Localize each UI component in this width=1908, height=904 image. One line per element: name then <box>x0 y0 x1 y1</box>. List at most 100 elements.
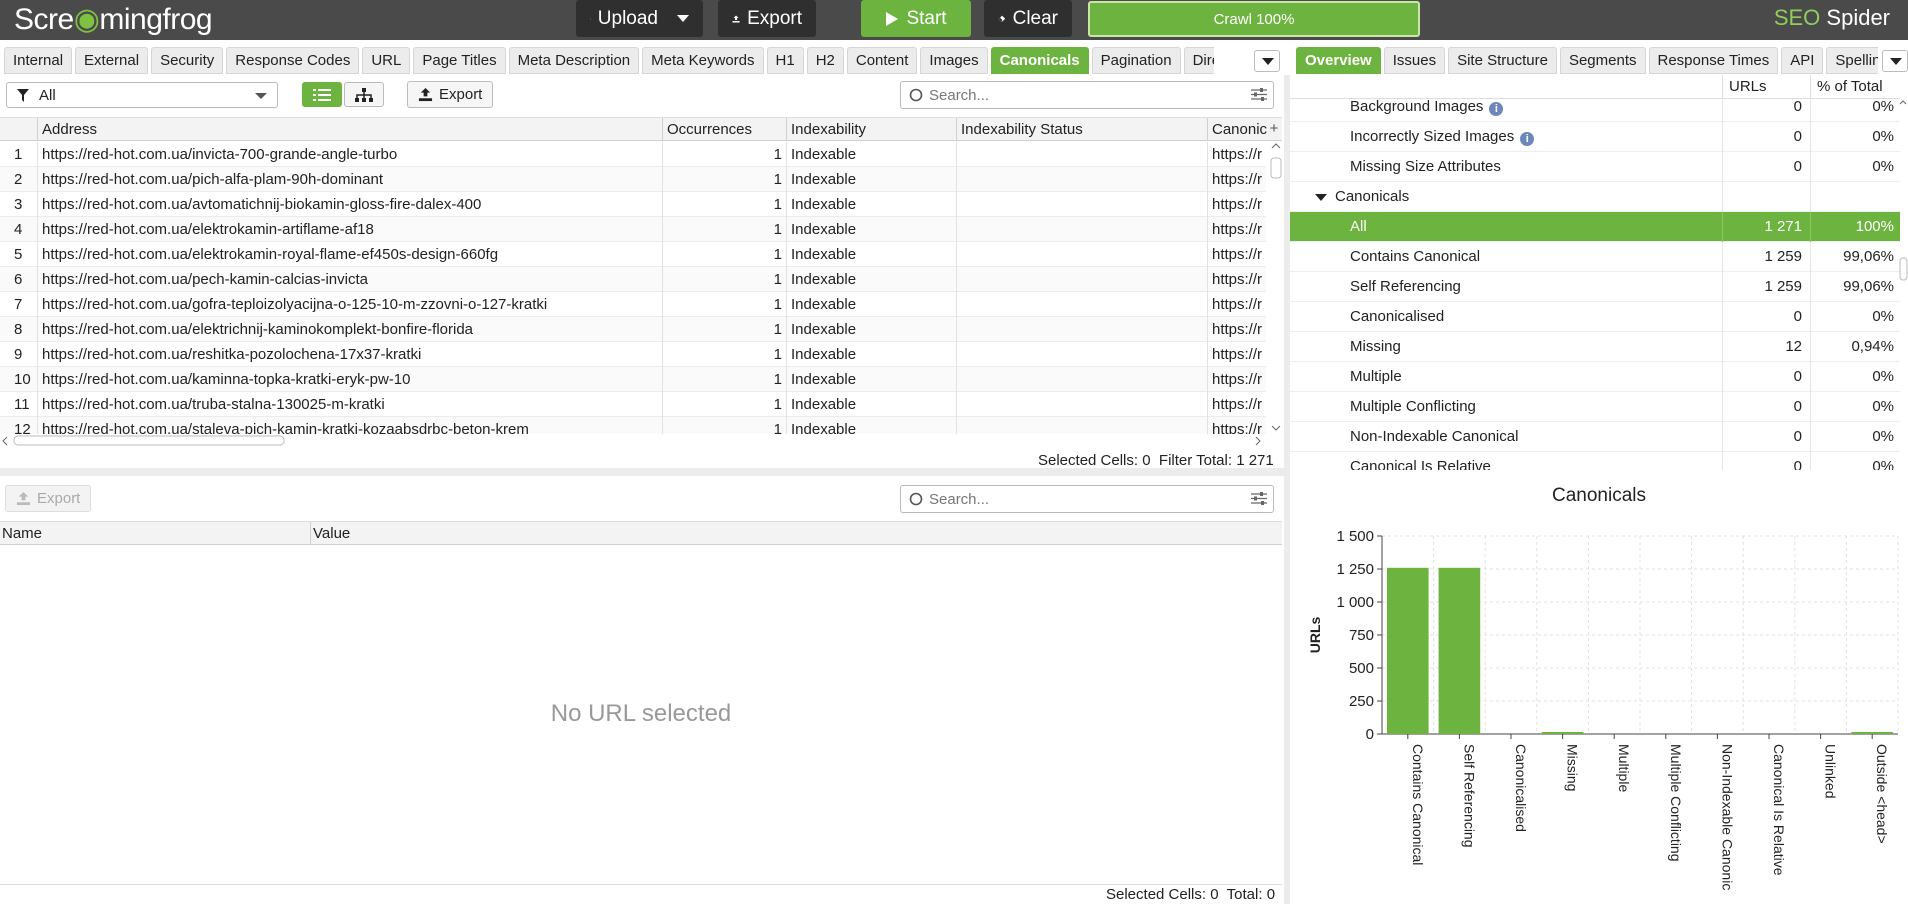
table-row[interactable]: 1 https://red-hot.com.ua/invicta-700-gran… <box>0 142 1266 167</box>
left-tab-canonicals[interactable]: Canonicals <box>990 47 1089 74</box>
left-tab-response-codes[interactable]: Response Codes <box>226 47 360 74</box>
right-tab-site-structure[interactable]: Site Structure <box>1448 47 1557 74</box>
expand-triangle-icon[interactable] <box>1315 194 1327 201</box>
table-row[interactable]: 9 https://red-hot.com.ua/reshitka-pozoloc… <box>0 342 1266 367</box>
x-tick-label: Outside <head> <box>1874 744 1890 844</box>
sliders-icon[interactable] <box>1251 87 1267 102</box>
overview-urls-value: 1 259 <box>1722 272 1808 302</box>
left-tab-pagination[interactable]: Pagination <box>1091 47 1181 74</box>
overview-row-background-images[interactable]: Background Images i 0 0% <box>1290 98 1900 122</box>
indexability-cell: Indexable <box>787 192 957 217</box>
details-search-box[interactable]: Search... <box>900 485 1274 513</box>
right-tab-api[interactable]: API <box>1781 47 1824 74</box>
overview-row-canonicalised[interactable]: Canonicalised 0 0% <box>1290 302 1900 332</box>
column-header-address[interactable]: Address <box>38 118 663 141</box>
table-row[interactable]: 12 https://red-hot.com.ua/staleva-pich-ka… <box>0 417 1266 434</box>
overview-row-canonical-is-relative[interactable]: Canonical Is Relative 0 0% <box>1290 452 1900 470</box>
overview-label: Incorrectly Sized Images i <box>1350 122 1535 152</box>
right-tab-issues[interactable]: Issues <box>1383 47 1446 74</box>
start-button[interactable]: Start <box>861 0 971 37</box>
overview-row-non-indexable-canonical[interactable]: Non-Indexable Canonical 0 0% <box>1290 422 1900 452</box>
tree-view-button[interactable] <box>344 82 384 107</box>
right-tab-spelling[interactable]: Spelling & <box>1826 47 1878 74</box>
horizontal-splitter[interactable] <box>0 468 1290 476</box>
details-status: Selected Cells: 0 Total: 0 <box>1106 886 1276 903</box>
info-icon[interactable]: i <box>1520 132 1535 146</box>
occurrences-cell: 1 <box>663 392 787 417</box>
column-header-value[interactable]: Value <box>311 522 1282 545</box>
left-tab-images[interactable]: Images <box>920 47 988 74</box>
left-tab-security[interactable]: Security <box>151 47 224 74</box>
column-header-occurrences[interactable]: Occurrences <box>663 118 787 141</box>
bar-0[interactable] <box>1387 567 1429 734</box>
right-tab-overview[interactable]: Overview <box>1296 47 1381 74</box>
overview-row-multiple[interactable]: Multiple 0 0% <box>1290 362 1900 392</box>
left-tab-meta-keywords[interactable]: Meta Keywords <box>642 47 764 74</box>
left-tab-external[interactable]: External <box>75 47 149 74</box>
column-header-name[interactable]: Name <box>0 522 311 545</box>
list-view-button[interactable] <box>302 82 342 107</box>
overview-row-multiple-conflicting[interactable]: Multiple Conflicting 0 0% <box>1290 392 1900 422</box>
overview-row-all[interactable]: All 1 271 100% <box>1290 212 1900 242</box>
bar-9[interactable] <box>1851 732 1893 734</box>
add-column-icon[interactable]: + <box>1266 118 1282 140</box>
y-tick-label: 750 <box>1349 627 1374 644</box>
table-export-button[interactable]: Export <box>407 81 494 108</box>
overview-row-missing-size-attributes[interactable]: Missing Size Attributes 0 0% <box>1290 152 1900 182</box>
table-row[interactable]: 4 https://red-hot.com.ua/elektrokamin-art… <box>0 217 1266 242</box>
bar-3[interactable] <box>1541 732 1584 734</box>
right-tab-response-times[interactable]: Response Times <box>1648 47 1779 74</box>
overview-row-contains-canonical[interactable]: Contains Canonical 1 259 99,06% <box>1290 242 1900 272</box>
column-header-canonical[interactable]: Canonic <box>1208 118 1270 141</box>
table-row[interactable]: 8 https://red-hot.com.ua/elektrichnij-kam… <box>0 317 1266 342</box>
header-export-button[interactable]: Export <box>718 0 816 37</box>
upload-button[interactable]: Upload <box>576 0 703 37</box>
left-tab-directives[interactable]: Directives <box>1183 47 1214 74</box>
left-tab-internal[interactable]: Internal <box>4 47 73 74</box>
bar-1[interactable] <box>1438 567 1481 734</box>
canonical-cell: https://r <box>1212 421 1263 434</box>
right-tab-segments[interactable]: Segments <box>1559 47 1646 74</box>
left-tab-h2[interactable]: H2 <box>806 47 844 74</box>
details-export-button[interactable]: Export <box>5 485 92 512</box>
table-row[interactable]: 6 https://red-hot.com.ua/pech-kamin-calci… <box>0 267 1266 292</box>
left-tabs-overflow-button[interactable] <box>1254 50 1280 72</box>
left-tab-h1[interactable]: H1 <box>766 47 804 74</box>
table-horizontal-scrollbar[interactable] <box>0 434 1268 448</box>
overview-scrollbar[interactable] <box>1898 98 1908 470</box>
column-header-indexability[interactable]: Indexability <box>787 118 957 141</box>
left-tab-content[interactable]: Content <box>846 47 918 74</box>
overview-label: All <box>1350 218 1367 235</box>
indexability-status-cell <box>957 267 1208 292</box>
column-header-indexability-status[interactable]: Indexability Status <box>957 118 1208 141</box>
overview-row-missing[interactable]: Missing 12 0,94% <box>1290 332 1900 362</box>
left-tab-url[interactable]: URL <box>362 47 411 74</box>
clear-button[interactable]: Clear <box>984 0 1072 37</box>
overview-header: URLs % of Total <box>1290 75 1900 99</box>
table-row[interactable]: 5 https://red-hot.com.ua/elektrokamin-roy… <box>0 242 1266 267</box>
overview-row-self-referencing[interactable]: Self Referencing 1 259 99,06% <box>1290 272 1900 302</box>
sliders-icon[interactable] <box>1251 491 1267 506</box>
filter-select[interactable]: All <box>6 82 278 108</box>
overview-row-canonicals[interactable]: Canonicals <box>1290 182 1900 212</box>
x-tick-label: Missing <box>1565 744 1581 791</box>
table-row[interactable]: 10 https://red-hot.com.ua/kaminna-topka-k… <box>0 367 1266 392</box>
overview-label: Missing <box>1350 338 1401 355</box>
table-row[interactable]: 11 https://red-hot.com.ua/truba-stalna-13… <box>0 392 1266 417</box>
row-number: 8 <box>0 317 38 342</box>
left-tab-meta-description[interactable]: Meta Description <box>508 47 640 74</box>
table-row[interactable]: 2 https://red-hot.com.ua/pich-alfa-plam-9… <box>0 167 1266 192</box>
row-number: 12 <box>0 417 38 434</box>
left-tab-page-titles[interactable]: Page Titles <box>413 47 506 74</box>
chart-title: Canonicals <box>1552 485 1646 506</box>
address-cell: https://red-hot.com.ua/elektrokamin-roya… <box>38 242 663 267</box>
table-vertical-scrollbar[interactable] <box>1270 142 1282 434</box>
column-header-urls[interactable]: URLs <box>1722 75 1810 99</box>
overview-row-incorrectly-sized-images[interactable]: Incorrectly Sized Images i 0 0% <box>1290 122 1900 152</box>
table-row[interactable]: 7 https://red-hot.com.ua/gofra-teploizoly… <box>0 292 1266 317</box>
table-search-box[interactable]: Search... <box>900 81 1274 109</box>
table-row[interactable]: 3 https://red-hot.com.ua/avtomatichnij-bi… <box>0 192 1266 217</box>
info-icon[interactable]: i <box>1489 102 1504 116</box>
column-header-percent-total[interactable]: % of Total <box>1810 75 1900 99</box>
right-tabs-overflow-button[interactable] <box>1882 50 1908 72</box>
